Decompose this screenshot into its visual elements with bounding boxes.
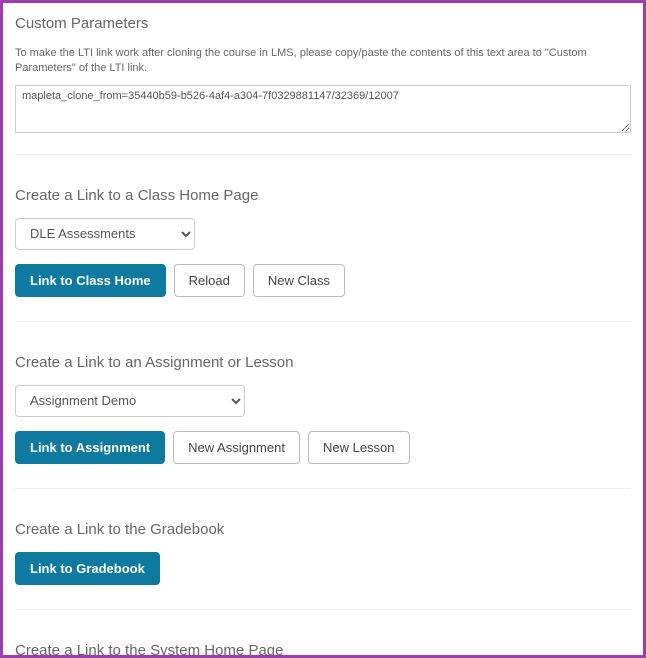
section-system-home: Create a Link to the System Home Page Li…: [15, 610, 631, 658]
class-select[interactable]: DLE Assessments: [15, 218, 195, 250]
section-assignment: Create a Link to an Assignment or Lesson…: [15, 322, 631, 489]
link-to-class-home-button[interactable]: Link to Class Home: [15, 264, 166, 297]
assignment-select[interactable]: Assignment Demo: [15, 385, 245, 417]
section-gradebook: Create a Link to the Gradebook Link to G…: [15, 489, 631, 610]
custom-parameters-textarea[interactable]: [15, 85, 631, 133]
reload-button[interactable]: Reload: [174, 264, 245, 297]
gradebook-button-row: Link to Gradebook: [15, 552, 631, 585]
class-home-button-row: Link to Class Home Reload New Class: [15, 264, 631, 297]
class-home-title: Create a Link to a Class Home Page: [15, 187, 631, 204]
assignment-button-row: Link to Assignment New Assignment New Le…: [15, 431, 631, 464]
new-class-button[interactable]: New Class: [253, 264, 345, 297]
assignment-title: Create a Link to an Assignment or Lesson: [15, 354, 631, 371]
custom-parameters-help: To make the LTI link work after cloning …: [15, 46, 631, 77]
link-to-gradebook-button[interactable]: Link to Gradebook: [15, 552, 160, 585]
section-class-home: Create a Link to a Class Home Page DLE A…: [15, 155, 631, 322]
system-home-title: Create a Link to the System Home Page: [15, 642, 631, 658]
custom-parameters-title: Custom Parameters: [15, 15, 631, 32]
new-lesson-button[interactable]: New Lesson: [308, 431, 410, 464]
section-custom-parameters: Custom Parameters To make the LTI link w…: [15, 15, 631, 155]
gradebook-title: Create a Link to the Gradebook: [15, 521, 631, 538]
lti-link-config-panel: Custom Parameters To make the LTI link w…: [0, 0, 646, 658]
link-to-assignment-button[interactable]: Link to Assignment: [15, 431, 165, 464]
new-assignment-button[interactable]: New Assignment: [173, 431, 300, 464]
